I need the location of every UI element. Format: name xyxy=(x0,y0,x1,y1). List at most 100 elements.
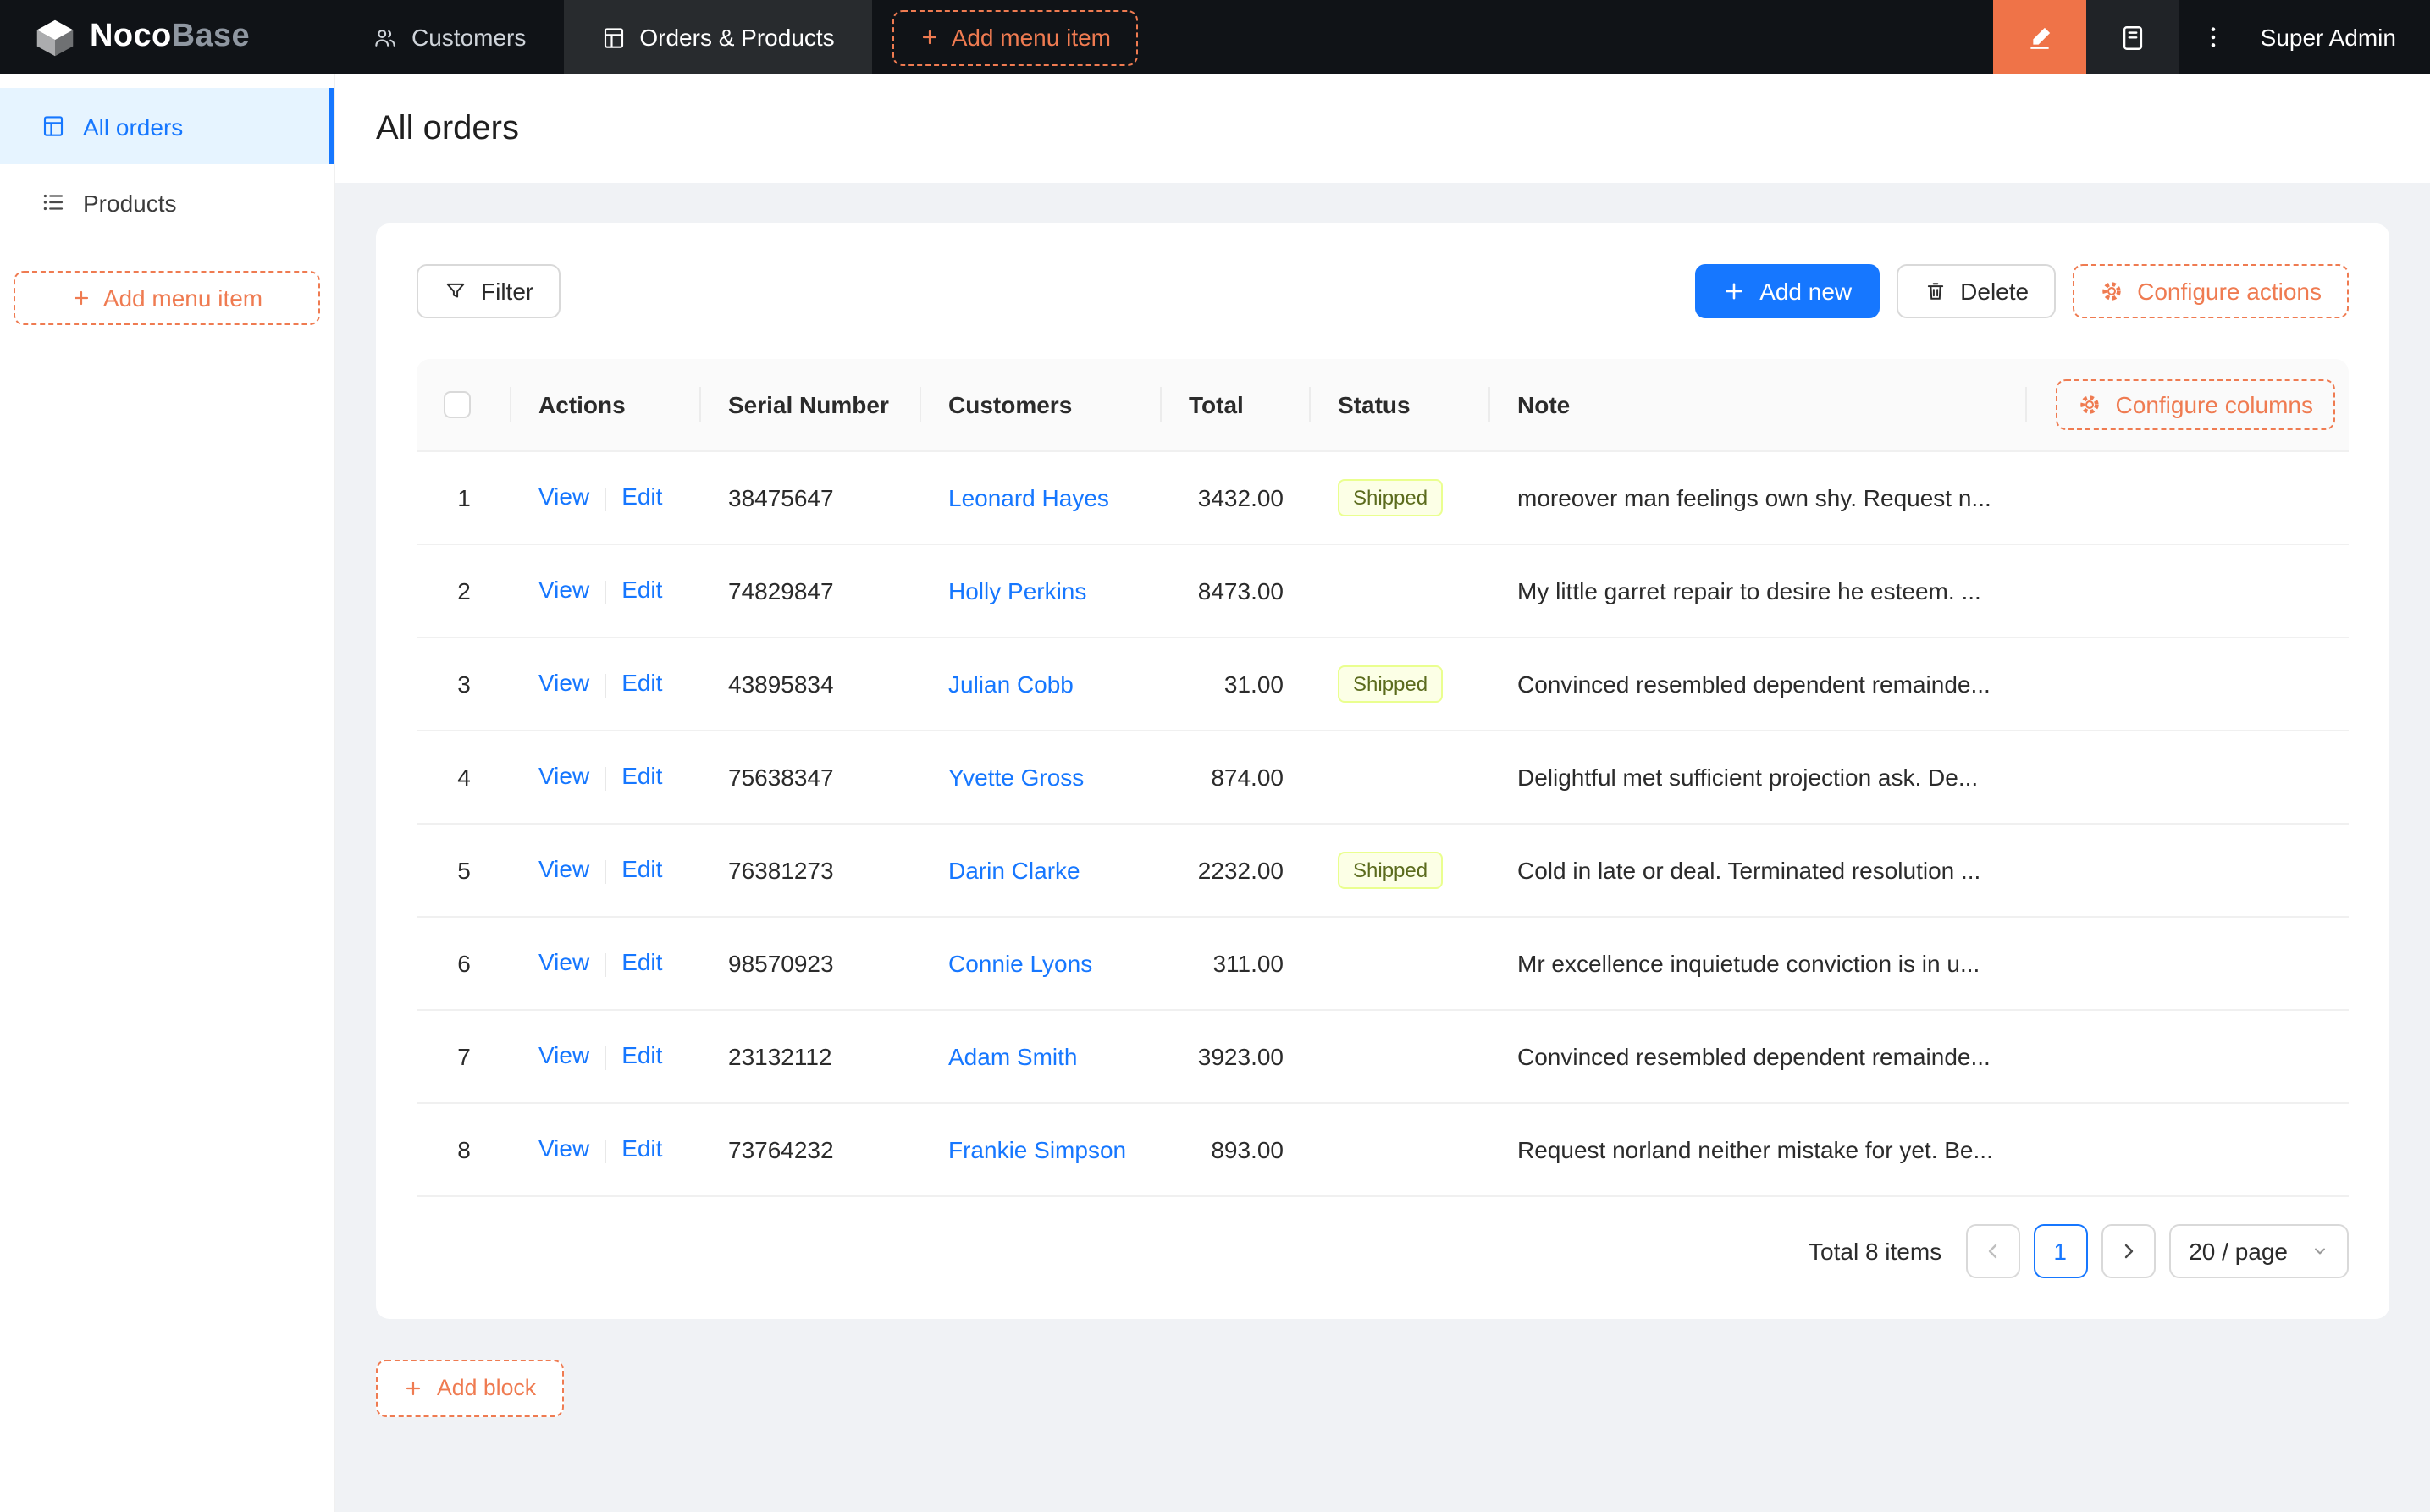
total-cell: 3923.00 xyxy=(1198,1042,1284,1069)
filter-icon xyxy=(444,279,467,303)
sidebar-item-label: Products xyxy=(83,189,177,216)
navbar-spacer xyxy=(1138,0,1993,74)
pagination-prev-button[interactable] xyxy=(1965,1223,2019,1277)
page-header: All orders xyxy=(335,74,2430,183)
customer-link[interactable]: Julian Cobb xyxy=(948,670,1074,697)
total-cell: 2232.00 xyxy=(1198,856,1284,883)
edit-link[interactable]: Edit xyxy=(621,577,662,604)
page-title: All orders xyxy=(376,109,519,148)
total-cell: 893.00 xyxy=(1211,1135,1284,1162)
customers-icon xyxy=(373,25,398,50)
filter-button[interactable]: Filter xyxy=(417,264,561,318)
note-cell: Mr excellence inquietude conviction is i… xyxy=(1517,949,1980,976)
user-menu[interactable]: Super Admin xyxy=(2247,0,2430,74)
note-cell: Request norland neither mistake for yet.… xyxy=(1517,1135,1993,1162)
edit-link[interactable]: Edit xyxy=(621,856,662,883)
table-row: 2 ViewEdit 74829847 Holly Perkins 8473.0… xyxy=(417,544,2349,637)
action-divider xyxy=(605,766,606,790)
total-cell: 311.00 xyxy=(1212,949,1284,976)
highlighter-icon xyxy=(2025,23,2054,52)
sidebar-add-menu-item-label: Add menu item xyxy=(103,284,262,312)
app-root: NocoBase Customers Orders & Products Add… xyxy=(0,0,2430,1512)
header-status: Status xyxy=(1311,359,1490,450)
edit-link[interactable]: Edit xyxy=(621,949,662,976)
top-navbar: NocoBase Customers Orders & Products Add… xyxy=(0,0,2430,74)
configure-actions-label: Configure actions xyxy=(2137,278,2322,305)
filter-label: Filter xyxy=(481,278,533,305)
user-name: Super Admin xyxy=(2261,24,2396,51)
customer-link[interactable]: Leonard Hayes xyxy=(948,483,1109,510)
customer-link[interactable]: Yvette Gross xyxy=(948,763,1084,790)
sidebar-item-all-orders[interactable]: All orders xyxy=(0,88,334,164)
configure-actions-button[interactable]: Configure actions xyxy=(2073,264,2349,318)
note-cell: Convinced resembled dependent remainde..… xyxy=(1517,670,1991,697)
view-link[interactable]: View xyxy=(538,670,589,697)
customer-link[interactable]: Connie Lyons xyxy=(948,949,1092,976)
main-area: All orders Filter xyxy=(335,74,2430,1512)
add-block-button[interactable]: Add block xyxy=(376,1359,563,1416)
chevron-right-icon xyxy=(2118,1240,2138,1261)
total-cell: 874.00 xyxy=(1211,763,1284,790)
logo-text: NocoBase xyxy=(90,19,250,56)
customer-link[interactable]: Darin Clarke xyxy=(948,856,1080,883)
nocobase-logo[interactable]: NocoBase xyxy=(0,0,335,74)
view-link[interactable]: View xyxy=(538,483,589,510)
sidebar-item-products[interactable]: Products xyxy=(0,164,334,240)
row-index: 7 xyxy=(457,1042,471,1069)
sidebar-add-menu-item-button[interactable]: Add menu item xyxy=(14,271,320,325)
edit-link[interactable]: Edit xyxy=(621,483,662,510)
note-cell: Delightful met sufficient projection ask… xyxy=(1517,763,1978,790)
action-divider xyxy=(605,673,606,697)
edit-link[interactable]: Edit xyxy=(621,670,662,697)
configure-columns-button[interactable]: Configure columns xyxy=(2057,379,2335,430)
select-all-checkbox[interactable] xyxy=(444,392,471,419)
row-index: 5 xyxy=(457,856,471,883)
view-link[interactable]: View xyxy=(538,1042,589,1069)
orders-icon xyxy=(600,25,626,50)
edit-link[interactable]: Edit xyxy=(621,763,662,790)
book-icon xyxy=(2118,23,2147,52)
customer-link[interactable]: Adam Smith xyxy=(948,1042,1078,1069)
table-header: Actions Serial Number Customers Total St… xyxy=(417,359,2349,450)
chevron-left-icon xyxy=(1982,1240,2002,1261)
trash-icon xyxy=(1923,279,1947,303)
status-tag: Shipped xyxy=(1338,851,1443,888)
pagination-page-1[interactable]: 1 xyxy=(2033,1223,2087,1277)
header-customers: Customers xyxy=(921,359,1162,450)
header-actions: Actions xyxy=(511,359,701,450)
serial-number-cell: 74829847 xyxy=(728,577,834,604)
view-link[interactable]: View xyxy=(538,856,589,883)
gear-icon xyxy=(2079,393,2102,417)
action-divider xyxy=(605,1046,606,1069)
pagination-next-button[interactable] xyxy=(2101,1223,2155,1277)
view-link[interactable]: View xyxy=(538,949,589,976)
delete-label: Delete xyxy=(1960,278,2029,305)
menu-item-orders-products[interactable]: Orders & Products xyxy=(563,0,871,74)
plus-icon xyxy=(403,1377,423,1398)
nocobase-logo-icon xyxy=(34,16,76,58)
more-button[interactable] xyxy=(2179,0,2247,74)
row-index: 8 xyxy=(457,1135,471,1162)
add-new-button[interactable]: Add new xyxy=(1695,264,1879,318)
navbar-add-menu-item-label: Add menu item xyxy=(952,24,1111,51)
gear-icon xyxy=(2100,279,2123,303)
total-cell: 31.00 xyxy=(1224,670,1284,697)
edit-link[interactable]: Edit xyxy=(621,1042,662,1069)
docs-button[interactable] xyxy=(2086,0,2179,74)
orders-table: Actions Serial Number Customers Total St… xyxy=(417,359,2349,1196)
ui-editor-button[interactable] xyxy=(1993,0,2086,74)
edit-link[interactable]: Edit xyxy=(621,1135,662,1162)
navbar-add-menu-item-button[interactable]: Add menu item xyxy=(892,9,1138,65)
serial-number-cell: 38475647 xyxy=(728,483,834,510)
page-size-select[interactable]: 20 / page xyxy=(2168,1223,2349,1277)
serial-number-cell: 98570923 xyxy=(728,949,834,976)
configure-columns-label: Configure columns xyxy=(2116,391,2313,418)
customer-link[interactable]: Holly Perkins xyxy=(948,577,1086,604)
menu-item-customers[interactable]: Customers xyxy=(335,0,563,74)
action-divider xyxy=(605,1139,606,1162)
view-link[interactable]: View xyxy=(538,577,589,604)
view-link[interactable]: View xyxy=(538,1135,589,1162)
delete-button[interactable]: Delete xyxy=(1896,264,2056,318)
customer-link[interactable]: Frankie Simpson xyxy=(948,1135,1126,1162)
view-link[interactable]: View xyxy=(538,763,589,790)
